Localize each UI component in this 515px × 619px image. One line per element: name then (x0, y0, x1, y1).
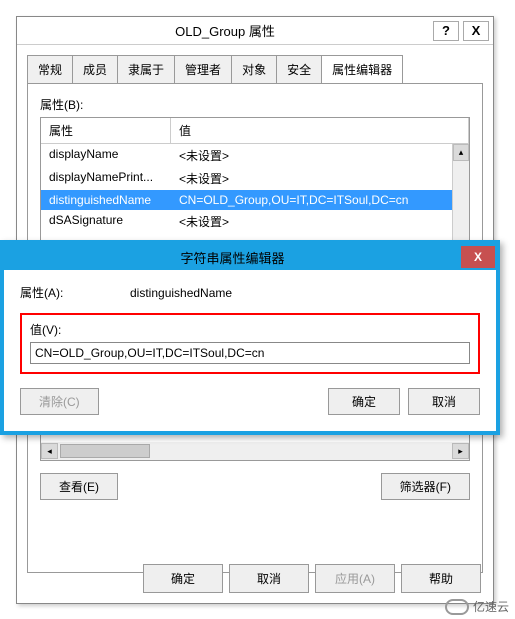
watermark-logo: 亿速云 (445, 598, 509, 615)
attribute-row: 属性(A): distinguishedName (20, 284, 480, 301)
tab-members[interactable]: 成员 (72, 55, 118, 83)
child-titlebar: 字符串属性编辑器 X (4, 244, 496, 270)
close-button[interactable]: X (461, 246, 495, 268)
col-header-name[interactable]: 属性 (41, 118, 171, 143)
tab-attribute-editor[interactable]: 属性编辑器 (321, 55, 403, 83)
ok-button[interactable]: 确定 (328, 388, 400, 415)
scroll-up-icon[interactable]: ▴ (453, 144, 469, 161)
clear-button[interactable]: 清除(C) (20, 388, 99, 415)
table-header: 属性 值 (41, 118, 469, 144)
child-button-row: 清除(C) 确定 取消 (20, 388, 480, 415)
help-button[interactable]: ? (433, 21, 459, 41)
table-row[interactable]: instanceType0x4 = ( WRITE ) (41, 440, 469, 442)
table-row-selected[interactable]: distinguishedNameCN=OLD_Group,OU=IT,DC=I… (41, 190, 469, 210)
cloud-icon (445, 599, 469, 615)
child-window-title: 字符串属性编辑器 (4, 248, 461, 267)
scroll-left-icon[interactable]: ◂ (41, 443, 58, 459)
scroll-right-icon[interactable]: ▸ (452, 443, 469, 459)
cancel-button[interactable]: 取消 (229, 564, 309, 593)
filter-button[interactable]: 筛选器(F) (381, 473, 470, 500)
table-button-row: 查看(E) 筛选器(F) (40, 473, 470, 500)
cancel-button[interactable]: 取消 (408, 388, 480, 415)
ok-button[interactable]: 确定 (143, 564, 223, 593)
value-input[interactable] (30, 342, 470, 364)
attributes-label: 属性(B): (40, 96, 470, 113)
horizontal-scrollbar[interactable]: ◂ ▸ (41, 442, 469, 460)
attribute-label: 属性(A): (20, 284, 130, 301)
value-label: 值(V): (30, 321, 470, 338)
titlebar: OLD_Group 属性 ? X (17, 17, 493, 45)
scroll-thumb[interactable] (60, 444, 150, 458)
attribute-value: distinguishedName (130, 286, 480, 300)
col-header-value[interactable]: 值 (171, 118, 469, 143)
tab-object[interactable]: 对象 (231, 55, 277, 83)
view-button[interactable]: 查看(E) (40, 473, 118, 500)
dialog-button-row: 确定 取消 应用(A) 帮助 (143, 564, 481, 593)
watermark-text: 亿速云 (473, 598, 509, 615)
tab-memberof[interactable]: 隶属于 (117, 55, 175, 83)
window-title: OLD_Group 属性 (17, 21, 433, 40)
table-row[interactable]: dSASignature<未设置> (41, 210, 469, 233)
table-row[interactable]: displayName<未设置> (41, 144, 469, 167)
tab-managedby[interactable]: 管理者 (174, 55, 232, 83)
tab-general[interactable]: 常规 (27, 55, 73, 83)
table-row[interactable]: displayNamePrint...<未设置> (41, 167, 469, 190)
apply-button[interactable]: 应用(A) (315, 564, 395, 593)
highlight-box: 值(V): (20, 313, 480, 374)
tab-strip: 常规 成员 隶属于 管理者 对象 安全 属性编辑器 (27, 55, 483, 83)
close-button[interactable]: X (463, 21, 489, 41)
string-editor-window: 字符串属性编辑器 X 属性(A): distinguishedName 值(V)… (0, 240, 500, 435)
tab-security[interactable]: 安全 (276, 55, 322, 83)
child-body: 属性(A): distinguishedName 值(V): 清除(C) 确定 … (4, 270, 496, 431)
help-button[interactable]: 帮助 (401, 564, 481, 593)
